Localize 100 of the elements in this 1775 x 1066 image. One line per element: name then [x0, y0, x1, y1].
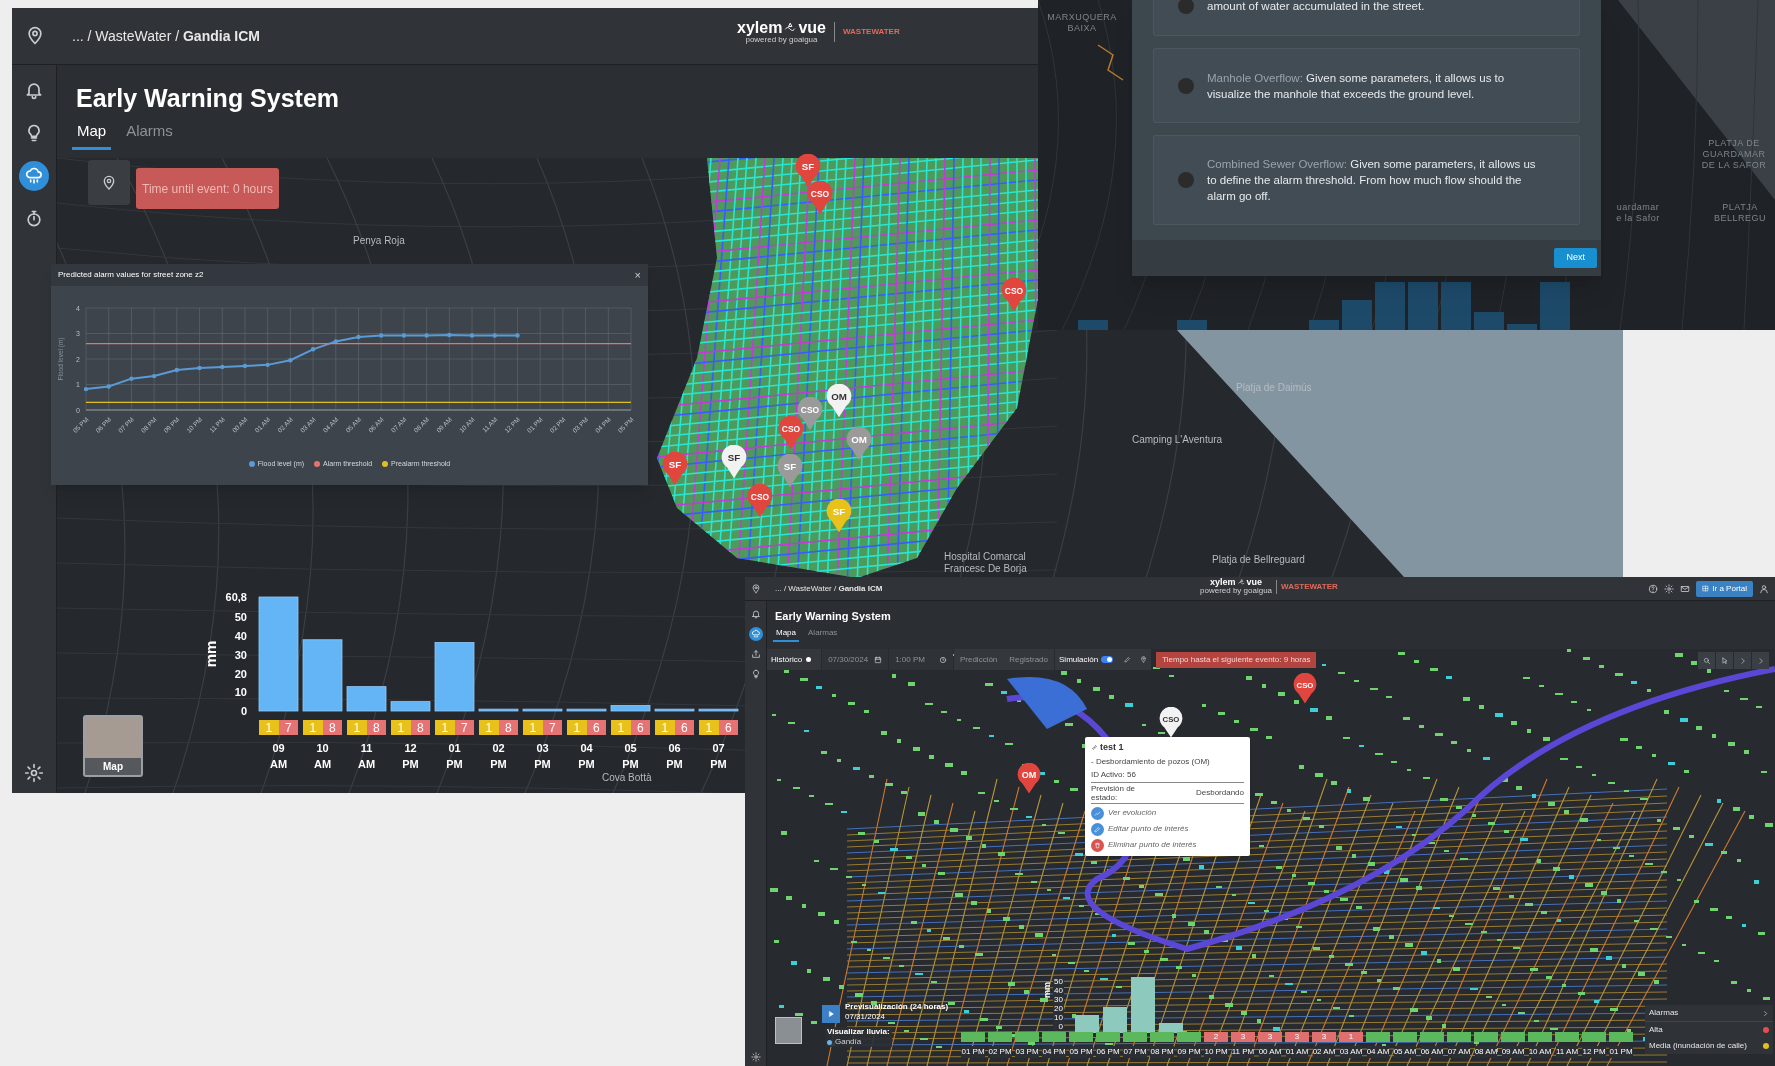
- map-marker[interactable]: CSO: [747, 484, 773, 518]
- bar[interactable]: [610, 705, 651, 712]
- timeline-slot[interactable]: 3: [1258, 1032, 1282, 1042]
- tab[interactable]: Mapa: [773, 627, 799, 642]
- time-label: 09 AM: [1501, 1046, 1525, 1058]
- mode-option[interactable]: Registrado: [1009, 653, 1048, 666]
- data-point: [379, 333, 384, 338]
- cloud-rain-icon: [750, 629, 761, 639]
- field-label: Visualizar lluvia:: [827, 1027, 890, 1037]
- wave-icon: [784, 22, 797, 34]
- axis-tick-label: 60,8: [225, 591, 247, 603]
- next-button[interactable]: Next: [1554, 248, 1597, 268]
- legend-label: Media (inundación de calle): [1649, 1040, 1747, 1052]
- map-marker[interactable]: SF: [662, 452, 688, 486]
- tab[interactable]: Alarmas: [805, 627, 841, 642]
- timeline-slot[interactable]: 3: [1285, 1032, 1309, 1042]
- map-marker[interactable]: OM: [1017, 763, 1041, 795]
- sidebar-item[interactable]: [748, 627, 763, 641]
- option-description: Combined Sewer Overflow: Given some parameters, it allows us to define the alarm threshold. From how much flow should the alarm go off.: [1207, 157, 1537, 204]
- map-tool-button[interactable]: [1716, 652, 1733, 669]
- axis-tick-label: 10: [234, 686, 247, 699]
- radio-button[interactable]: [1178, 0, 1194, 14]
- portal-button[interactable]: Ir a Portal: [1696, 580, 1753, 597]
- location-icon[interactable]: [25, 26, 45, 46]
- map-marker[interactable]: CSO: [778, 416, 804, 450]
- page-title: Early Warning System: [775, 609, 891, 624]
- mode-option[interactable]: Predicción: [959, 653, 998, 666]
- location-icon[interactable]: [751, 583, 761, 594]
- map-marker[interactable]: SF: [777, 454, 803, 488]
- timeline-slot[interactable]: 3: [1312, 1032, 1336, 1042]
- location-button[interactable]: [88, 160, 130, 205]
- location-icon[interactable]: [1140, 656, 1148, 663]
- bar[interactable]: [478, 708, 519, 712]
- bar[interactable]: [698, 708, 739, 712]
- bar[interactable]: [258, 596, 299, 712]
- breadcrumb: ... / WasteWater / Gandia ICM: [775, 582, 883, 595]
- data-point: [265, 362, 270, 368]
- map-marker[interactable]: OM: [846, 427, 872, 461]
- timeline-slot[interactable]: 1: [1339, 1032, 1363, 1042]
- mail-icon[interactable]: [1680, 583, 1691, 594]
- data-point: [288, 358, 293, 363]
- bar[interactable]: [522, 708, 563, 712]
- time-label: 06 PM: [665, 741, 684, 772]
- map-label: Platja de Bellreguard: [1212, 553, 1305, 567]
- data-point: [197, 365, 202, 371]
- axis-tick-label: 0: [240, 705, 247, 717]
- map-tool-button[interactable]: [1698, 652, 1715, 669]
- prealarm-count: 1: [699, 720, 719, 735]
- radio-button[interactable]: [1178, 77, 1194, 94]
- date-field[interactable]: 07/30/2024: [822, 649, 889, 670]
- time-label: 03 PM: [533, 741, 552, 772]
- bar[interactable]: [346, 686, 387, 712]
- bar[interactable]: [654, 708, 695, 712]
- time-field[interactable]: 1:00 PM: [889, 649, 953, 670]
- option-card[interactable]: amount of water accumulated in the street.: [1153, 0, 1580, 36]
- axis-tick-label: 20: [234, 667, 247, 680]
- close-button[interactable]: ×: [634, 269, 641, 281]
- popup-action[interactable]: Ver evolución: [1091, 806, 1244, 820]
- help-icon[interactable]: [1648, 583, 1659, 594]
- map-marker[interactable]: CSO: [807, 181, 833, 215]
- cloud-rain-icon: [24, 166, 44, 186]
- popup-action[interactable]: Editar punto de interés: [1091, 822, 1244, 836]
- pencil-icon[interactable]: [1124, 656, 1132, 663]
- bar[interactable]: [566, 708, 607, 712]
- search-icon: [1702, 656, 1711, 665]
- timeline-slot[interactable]: 3: [1231, 1032, 1255, 1042]
- map-marker[interactable]: OM: [826, 384, 852, 418]
- radio-button[interactable]: [1178, 172, 1194, 188]
- time-label: 11 AM: [356, 741, 377, 772]
- bar[interactable]: [390, 701, 431, 712]
- time-label: 03 AM: [1339, 1046, 1363, 1058]
- sidebar-item[interactable]: [19, 161, 49, 191]
- popup-action[interactable]: Eliminar punto de interés: [1091, 838, 1244, 852]
- tab[interactable]: Map: [72, 120, 112, 150]
- bar[interactable]: [302, 639, 343, 712]
- map-marker[interactable]: SF: [721, 445, 747, 479]
- settings-icon[interactable]: [24, 763, 44, 783]
- tab[interactable]: Alarms: [121, 120, 178, 150]
- play-button[interactable]: [822, 1005, 840, 1023]
- toggle-switch[interactable]: [1101, 656, 1114, 663]
- map-label: uardamar: [1615, 202, 1661, 213]
- logo-tagline: powered by goaigua: [745, 36, 818, 44]
- map-marker[interactable]: SF: [795, 154, 821, 188]
- option-card[interactable]: Combined Sewer Overflow: Given some parameters, it allows us to define the alarm threshold. From how much flow should the alarm go off.: [1153, 135, 1580, 225]
- user-icon[interactable]: [1759, 583, 1769, 594]
- map-drawing[interactable]: [767, 649, 1775, 1066]
- time-label: 11 AM: [1555, 1046, 1579, 1058]
- map-tool-button[interactable]: [1734, 652, 1751, 669]
- map-tool-button[interactable]: [1752, 652, 1769, 669]
- map-marker[interactable]: CSO: [1001, 278, 1027, 312]
- bar[interactable]: [434, 642, 475, 712]
- settings-icon[interactable]: [1664, 583, 1675, 594]
- basemap-toggle[interactable]: Map: [83, 715, 143, 777]
- data-point: [151, 373, 157, 379]
- timeline-slot[interactable]: 2: [1204, 1032, 1228, 1042]
- option-card[interactable]: Manhole Overflow: Given some parameters, it allows us to visualize the manhole that exceeds the ground level.: [1153, 48, 1580, 123]
- time-label: 12 PM: [1582, 1046, 1606, 1058]
- time-label: 10 AM: [312, 741, 333, 772]
- settings-icon[interactable]: [750, 1052, 761, 1062]
- upload-icon: [750, 649, 761, 659]
